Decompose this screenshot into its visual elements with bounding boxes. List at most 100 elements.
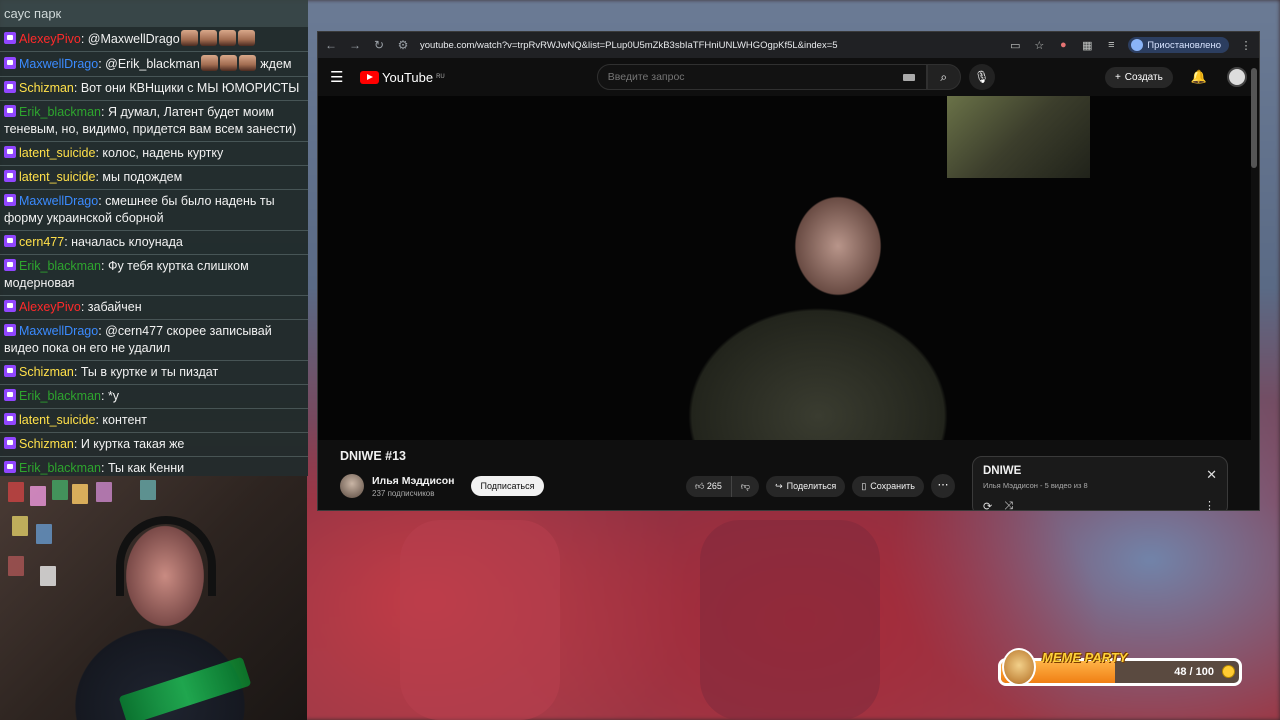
chat-username[interactable]: MaxwellDrago [19,57,98,71]
twitch-badge-icon [4,437,16,449]
reload-icon[interactable]: ↻ [372,38,386,52]
chat-header: саус парк [0,0,308,27]
wall-poster [30,486,46,506]
twitch-badge-icon [4,81,16,93]
chat-message: cern477: началась клоунада [0,231,308,255]
twitch-badge-icon [4,235,16,247]
chat-username[interactable]: Erik_blackman [19,259,101,273]
bookmark-star-icon[interactable]: ☆ [1032,39,1046,52]
page-scrollbar[interactable] [1251,68,1257,168]
chat-separator: : [73,81,81,95]
wall-poster [72,484,88,504]
chat-username[interactable]: Erik_blackman [19,105,101,119]
subscribe-button[interactable]: Подписаться [470,476,545,496]
chat-text: началась клоунада [71,235,183,249]
chat-message: Erik_blackman: Я думал, Латент будет мои… [0,101,308,142]
wall-poster [36,524,52,544]
video-webcam-inset [947,96,1090,178]
chat-username[interactable]: MaxwellDrago [19,324,98,338]
shuffle-icon[interactable]: ⤨ [1004,500,1013,510]
chat-username[interactable]: Schizman [19,365,74,379]
cast-icon[interactable]: ▭ [1008,39,1022,52]
browser-menu-icon[interactable]: ⋮ [1239,39,1253,52]
share-label: Поделиться [786,481,837,491]
chat-username[interactable]: Schizman [19,437,74,451]
chat-username[interactable]: latent_suicide [19,170,95,184]
chat-username[interactable]: Schizman [19,81,74,95]
loop-icon[interactable]: ⟳ [983,500,992,510]
forward-icon[interactable]: → [348,38,362,52]
back-icon[interactable]: ← [324,38,338,52]
playlist-title[interactable]: DNIWE [983,465,1217,477]
video-player[interactable] [318,96,1251,440]
search-box: ⌕ 🎙 [596,64,995,90]
youtube-logo-text: YouTube [382,69,434,85]
extension-icon[interactable]: ● [1056,39,1070,51]
channel-name[interactable]: Илья Мэддисон [372,475,455,487]
chat-message: latent_suicide: колос, надень куртку [0,142,308,166]
youtube-logo[interactable]: YouTube RU [360,70,445,85]
playlist-menu-icon[interactable]: ⋮ [1204,499,1215,510]
chat-separator: : [100,461,108,475]
chat-text: И куртка такая же [80,437,185,451]
profile-paused-chip[interactable]: Приостановлено [1128,37,1229,53]
reading-list-icon[interactable]: ≡ [1104,39,1118,51]
channel-info: Илья Мэддисон 237 подписчиков [372,475,455,498]
create-button[interactable]: + Создать [1104,66,1173,88]
search-input[interactable] [596,64,927,90]
save-button[interactable]: ▯ Сохранить [852,475,924,497]
account-avatar[interactable] [1227,67,1247,87]
address-bar-row: ← → ↻ ⚙ youtube.com/watch?v=trpRvRWJwNQ&… [318,32,1259,58]
chat-separator: : [80,32,88,46]
channel-row: Илья Мэддисон 237 подписчиков Подписатьс… [340,472,955,500]
playlist-subtitle: Илья Мэддисон - 5 видео из 8 [983,481,1088,490]
keyboard-icon[interactable] [902,73,915,81]
site-info-icon[interactable]: ⚙ [396,38,410,52]
create-label: Создать [1124,71,1163,83]
emote-icon [238,55,256,71]
chat-username[interactable]: Erik_blackman [19,461,101,475]
chat-message: Erik_blackman: Ты как Кенни [0,457,308,476]
like-button[interactable]: 👍︎ 265 [686,476,731,497]
search-button[interactable]: ⌕ [926,64,961,90]
hamburger-menu-icon[interactable]: ☰ [330,68,348,86]
channel-avatar[interactable] [340,474,364,498]
chat-text-tail: ждем [256,57,292,71]
emote-icon [237,30,255,46]
subscriber-count: 237 подписчиков [372,488,435,498]
notifications-bell-icon[interactable]: 🔔 [1191,69,1207,85]
wall-poster [12,516,28,536]
chat-username[interactable]: cern477 [19,235,64,249]
chat-username[interactable]: MaxwellDrago [19,194,98,208]
share-button[interactable]: ↪ Поделиться [766,475,846,497]
dislike-button[interactable]: 👎︎ [730,475,759,497]
url-field[interactable]: youtube.com/watch?v=trpRvRWJwNQ&list=PLu… [420,40,998,51]
profile-avatar-icon [1131,39,1144,51]
meme-party-widget: MEME PARTY 48 / 100 [994,648,1244,690]
chat-text: @Erik_blackman [105,57,200,71]
wall-poster [8,482,24,502]
wall-poster [52,480,68,500]
microphone-icon[interactable]: 🎙 [968,64,995,90]
emote-icon [200,55,218,71]
chat-username[interactable]: AlexeyPivo [19,32,81,46]
chat-username[interactable]: latent_suicide [19,146,95,160]
more-actions-icon[interactable]: ⋯ [931,474,955,498]
chat-message: MaxwellDrago: @Erik_blackman ждем [0,52,308,77]
twitch-badge-icon [4,461,16,473]
twitch-badge-icon [4,146,16,158]
twitch-badge-icon [4,170,16,182]
plus-icon: + [1114,71,1121,83]
chat-username[interactable]: AlexeyPivo [19,300,81,314]
twitch-badge-icon [4,259,16,271]
emote-icon [180,30,198,46]
extensions-puzzle-icon[interactable]: ▦ [1080,39,1094,52]
close-icon[interactable]: ✕ [1206,467,1217,483]
chat-username[interactable]: latent_suicide [19,413,95,427]
chat-separator: : [73,365,81,379]
chat-message: latent_suicide: мы подождем [0,166,308,190]
bookmark-icon: ▯ [861,480,867,491]
like-dislike-group: 👍︎ 265 👎︎ [685,475,760,497]
chat-username[interactable]: Erik_blackman [19,389,101,403]
chat-message: MaxwellDrago: @cern477 скорее записывай … [0,320,308,361]
